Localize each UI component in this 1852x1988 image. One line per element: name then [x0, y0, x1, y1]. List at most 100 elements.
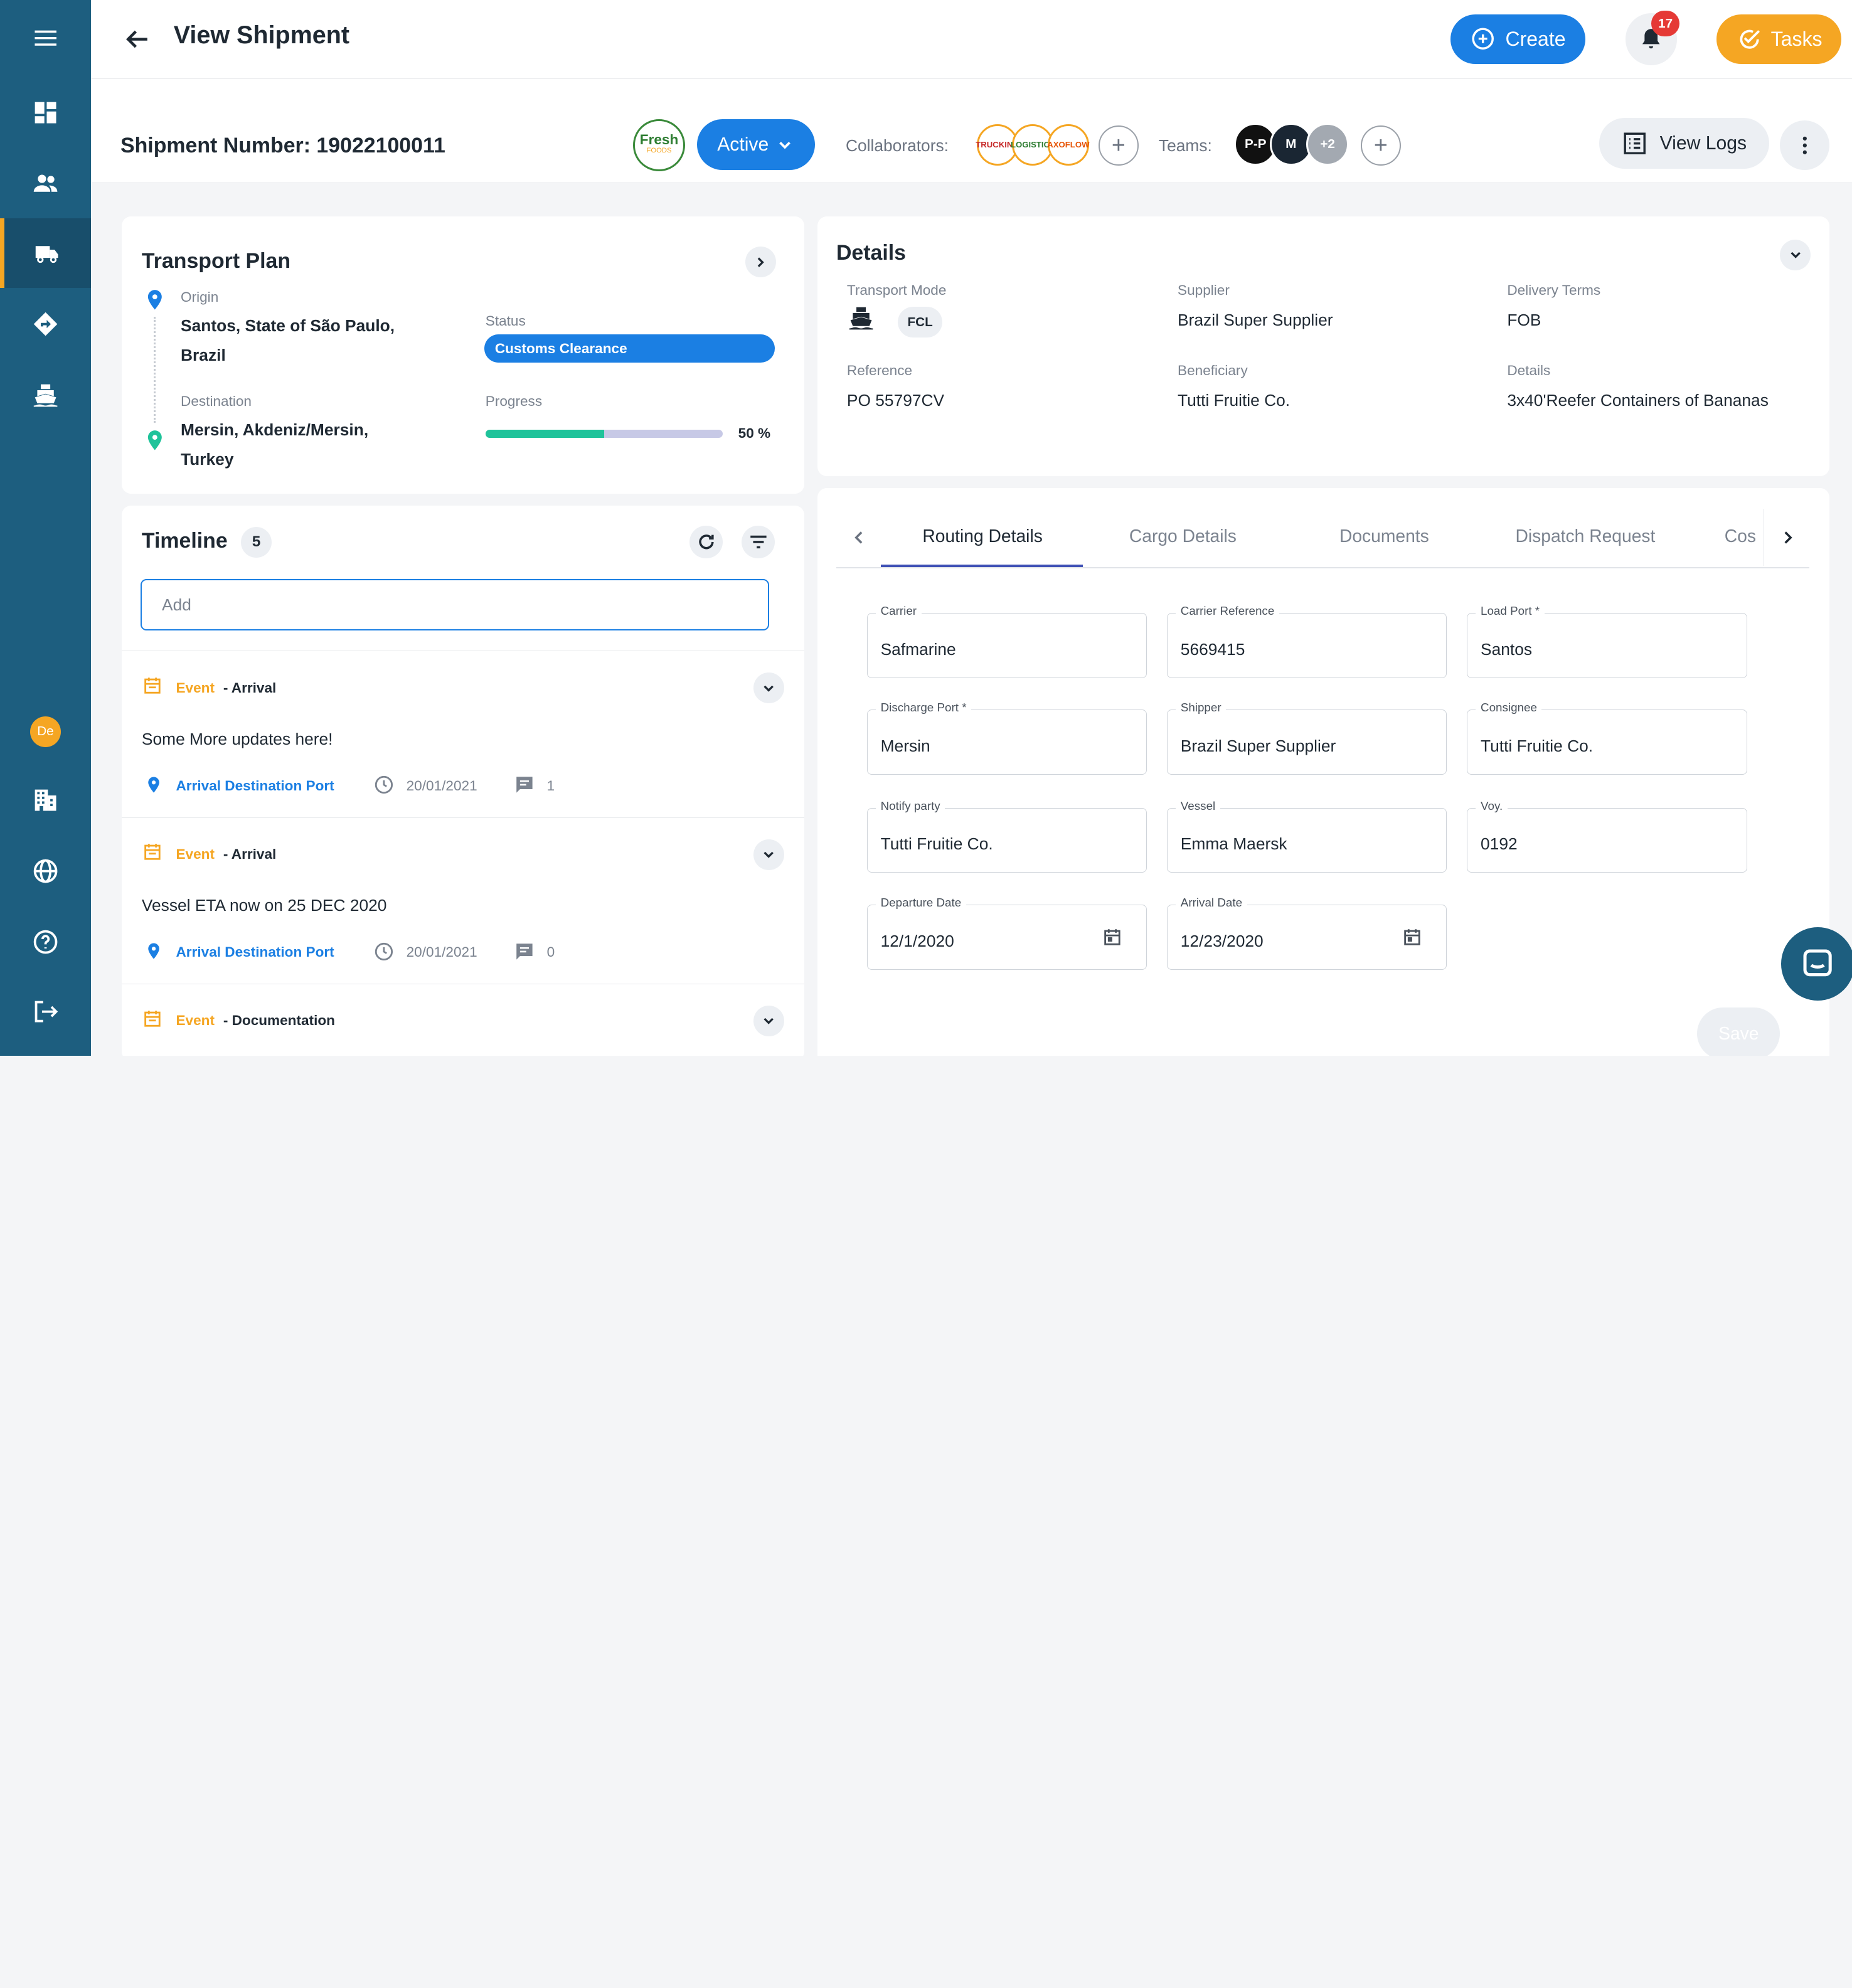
- calendar-icon: [144, 1011, 161, 1027]
- ship-icon[interactable]: [0, 360, 91, 430]
- app-root: De View Shipment Create 17 Tasks Shipmen…: [0, 0, 1852, 1056]
- progress-fill: [485, 430, 604, 439]
- event-kind: Event: [176, 679, 215, 696]
- event-location[interactable]: Arrival Destination Port: [176, 944, 334, 960]
- reference-label: Reference: [846, 362, 913, 378]
- details-value: 3x40'Reefer Containers of Bananas: [1507, 391, 1769, 410]
- building-icon[interactable]: [0, 765, 91, 835]
- clock-icon: [375, 942, 393, 960]
- tab-cargo-details[interactable]: Cargo Details: [1129, 526, 1237, 546]
- route-icon[interactable]: [0, 289, 91, 359]
- tab-costs[interactable]: Cos: [1725, 526, 1765, 546]
- transport-plan-expand-button[interactable]: [745, 247, 776, 278]
- team-more-avatar[interactable]: +2: [1306, 122, 1349, 166]
- event-type: - Documentation: [223, 1013, 335, 1029]
- comment-icon[interactable]: [514, 941, 535, 962]
- calendar-icon[interactable]: [1102, 927, 1123, 948]
- tasks-button[interactable]: Tasks: [1716, 14, 1842, 64]
- chat-button[interactable]: [1781, 927, 1852, 1001]
- tasks-label: Tasks: [1770, 27, 1823, 50]
- calendar-icon[interactable]: [1402, 927, 1423, 948]
- arrival-date-field[interactable]: Arrival Date 12/23/2020: [1167, 896, 1447, 970]
- voyage-field[interactable]: Voy. 0192: [1467, 799, 1747, 873]
- event-expand-button[interactable]: [753, 1006, 785, 1037]
- timeline-event[interactable]: Event - Documentation: [121, 984, 805, 1056]
- tab-routing-details[interactable]: Routing Details: [922, 526, 1042, 546]
- field-value: Tutti Fruitie Co.: [880, 834, 993, 854]
- timeline-event[interactable]: Event - Arrival Vessel ETA now on 25 DEC…: [121, 817, 805, 984]
- field-value: Brazil Super Supplier: [1180, 736, 1336, 755]
- delivery-terms-label: Delivery Terms: [1507, 282, 1601, 298]
- shipper-field[interactable]: Shipper Brazil Super Supplier: [1167, 701, 1447, 775]
- timeline-title: Timeline: [141, 529, 228, 553]
- field-value: Safmarine: [880, 639, 956, 659]
- collaborator-avatar[interactable]: AXOFLOW: [1047, 124, 1090, 166]
- notifications-button[interactable]: 17: [1625, 10, 1680, 65]
- globe-icon[interactable]: [0, 836, 91, 906]
- help-icon[interactable]: [0, 907, 91, 977]
- vessel-field[interactable]: Vessel Emma Maersk: [1167, 799, 1447, 873]
- timeline-add-input[interactable]: Add: [141, 578, 769, 631]
- clock-icon: [375, 775, 393, 794]
- truck-icon[interactable]: [0, 218, 91, 289]
- add-team-button[interactable]: +: [1360, 125, 1401, 166]
- departure-date-field[interactable]: Departure Date 12/1/2020: [866, 896, 1147, 970]
- event-date: 20/01/2021: [406, 777, 477, 794]
- origin-pin-icon: [147, 290, 162, 310]
- tab-dispatch-request[interactable]: Dispatch Request: [1516, 526, 1656, 546]
- dashboard-icon[interactable]: [0, 78, 91, 147]
- details-label: Details: [1507, 362, 1551, 378]
- menu-icon[interactable]: [0, 4, 91, 73]
- field-value: 5669415: [1180, 639, 1245, 659]
- details-title: Details: [836, 241, 907, 265]
- field-label: Vessel: [1176, 799, 1220, 813]
- create-button[interactable]: Create: [1450, 14, 1585, 64]
- status-dropdown[interactable]: Active: [696, 119, 816, 171]
- tab-documents[interactable]: Documents: [1339, 526, 1429, 546]
- back-arrow-icon[interactable]: [122, 24, 152, 55]
- event-text: Vessel ETA now on 25 DEC 2020: [141, 896, 387, 915]
- details-collapse-button[interactable]: [1780, 240, 1811, 271]
- status-pill: Customs Clearance: [484, 334, 775, 363]
- add-placeholder: Add: [162, 595, 191, 614]
- save-button[interactable]: Save: [1697, 1007, 1780, 1056]
- progress-label: Progress: [485, 393, 543, 409]
- event-comment-count: 0: [546, 944, 555, 960]
- filter-button[interactable]: [742, 525, 775, 559]
- supplier-label: Supplier: [1178, 282, 1230, 298]
- user-avatar[interactable]: De: [0, 697, 91, 767]
- comment-icon[interactable]: [514, 774, 535, 795]
- chevron-down-icon: [779, 141, 791, 149]
- beneficiary-value: Tutti Fruitie Co.: [1178, 391, 1291, 410]
- load-port-field[interactable]: Load Port * Santos: [1467, 604, 1747, 678]
- field-label: Discharge Port *: [876, 701, 972, 715]
- carrier-field[interactable]: Carrier Safmarine: [866, 604, 1147, 678]
- field-label: Load Port *: [1476, 604, 1545, 619]
- refresh-button[interactable]: [689, 525, 723, 559]
- tab-scroll-right-button[interactable]: [1763, 509, 1811, 566]
- event-date: 20/01/2021: [406, 944, 477, 960]
- status-label: Status: [485, 312, 526, 329]
- chevron-down-icon: [764, 851, 774, 858]
- origin-label: Origin: [181, 289, 219, 306]
- event-location[interactable]: Arrival Destination Port: [176, 778, 334, 794]
- add-collaborator-button[interactable]: +: [1098, 125, 1139, 166]
- teams-label: Teams:: [1158, 136, 1212, 155]
- more-options-button[interactable]: [1780, 120, 1830, 171]
- logout-icon[interactable]: [0, 977, 91, 1046]
- reference-value: PO 55797CV: [846, 391, 945, 410]
- discharge-port-field[interactable]: Discharge Port * Mersin: [866, 701, 1147, 775]
- destination-pin-icon: [147, 430, 162, 450]
- field-value: Emma Maersk: [1180, 834, 1287, 854]
- create-label: Create: [1505, 27, 1566, 50]
- tab-scroll-left-icon[interactable]: [848, 527, 870, 548]
- notify-party-field[interactable]: Notify party Tutti Fruitie Co.: [866, 799, 1147, 873]
- view-logs-button[interactable]: View Logs: [1599, 118, 1770, 169]
- event-expand-button[interactable]: [753, 672, 785, 704]
- event-expand-button[interactable]: [753, 839, 785, 870]
- carrier-reference-field[interactable]: Carrier Reference 5669415: [1167, 604, 1447, 678]
- field-value: 12/1/2020: [880, 931, 954, 950]
- consignee-field[interactable]: Consignee Tutti Fruitie Co.: [1467, 701, 1747, 775]
- timeline-event[interactable]: Event - Arrival Some More updates here! …: [121, 651, 805, 817]
- people-icon[interactable]: [0, 149, 91, 218]
